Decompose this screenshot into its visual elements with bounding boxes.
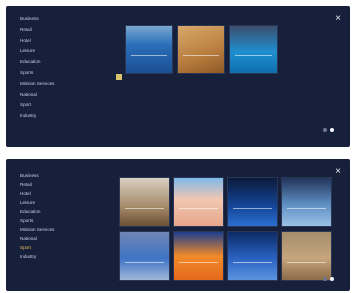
arena-floor-photo[interactable] (227, 177, 278, 227)
orange-track-photo[interactable] (173, 231, 224, 281)
court-line (232, 261, 273, 263)
top-gallery-panel: Business Retail Hotel Leisure Education Sport… (6, 6, 350, 147)
category-menu: Business Retail Hotel Leisure Education Sport… (20, 171, 54, 261)
close-icon[interactable]: × (332, 166, 344, 178)
thumbnail-grid (119, 177, 332, 281)
photo-scene (230, 26, 277, 73)
court-line (182, 55, 220, 57)
close-icon[interactable]: × (332, 13, 344, 25)
photo-scene (120, 178, 169, 226)
menu-item-national[interactable]: National (20, 234, 54, 243)
court-line (234, 55, 273, 57)
photo-scene (228, 178, 277, 226)
volleyball-court-photo[interactable] (173, 177, 224, 227)
indoor-pool-photo[interactable] (229, 25, 278, 74)
menu-item-education[interactable]: Education (20, 57, 54, 68)
menu-item-mission-services[interactable]: Mission Services (20, 79, 54, 90)
menu-item-sport[interactable]: Sport (20, 243, 54, 252)
photo-scene (178, 26, 224, 73)
photo-scene (282, 232, 331, 280)
wood-floor-photo[interactable] (177, 25, 225, 74)
blue-floor-photo[interactable] (227, 231, 278, 281)
gymnasium-photo[interactable] (281, 231, 332, 281)
menu-item-business[interactable]: Business (20, 171, 54, 180)
menu-item-industry[interactable]: Industry (20, 252, 54, 261)
category-menu: Business Retail Hotel Leisure Education Sport… (20, 14, 54, 122)
menu-item-education[interactable]: Education (20, 207, 54, 216)
menu-item-business[interactable]: Business (20, 14, 54, 25)
page-dot[interactable] (330, 277, 334, 281)
menu-item-leisure[interactable]: Leisure (20, 198, 54, 207)
menu-item-mission-services[interactable]: Mission Services (20, 225, 54, 234)
menu-item-retail[interactable]: Retail (20, 25, 54, 36)
photo-scene (282, 178, 331, 226)
court-line (124, 207, 165, 209)
court-line (130, 55, 168, 57)
menu-item-hotel[interactable]: Hotel (20, 36, 54, 47)
page-dot[interactable] (323, 128, 327, 132)
court-line (178, 261, 219, 263)
menu-item-national[interactable]: National (20, 90, 54, 101)
menu-item-leisure[interactable]: Leisure (20, 46, 54, 57)
photo-scene (174, 232, 223, 280)
lounge-room-photo[interactable] (119, 177, 170, 227)
photo-scene (174, 178, 223, 226)
bottom-gallery-panel: Business Retail Hotel Leisure Education Sport… (6, 159, 350, 291)
page-dot[interactable] (330, 128, 334, 132)
drag-handle[interactable] (116, 74, 122, 80)
menu-item-industry[interactable]: Industry (20, 111, 54, 122)
menu-item-sports[interactable]: Sports (20, 68, 54, 79)
blue-court-photo[interactable] (119, 231, 170, 281)
menu-item-sport[interactable]: Sport (20, 100, 54, 111)
basketball-court-photo[interactable] (125, 25, 173, 74)
court-line (286, 207, 327, 209)
pagination-dots (323, 277, 334, 281)
sports-hall-photo[interactable] (281, 177, 332, 227)
menu-item-hotel[interactable]: Hotel (20, 189, 54, 198)
page-dot[interactable] (323, 277, 327, 281)
menu-item-retail[interactable]: Retail (20, 180, 54, 189)
court-line (178, 207, 219, 209)
photo-scene (120, 232, 169, 280)
thumbnail-grid (125, 25, 278, 74)
menu-item-sports[interactable]: Sports (20, 216, 54, 225)
court-line (232, 207, 273, 209)
court-line (286, 261, 327, 263)
pagination-dots (323, 128, 334, 132)
photo-scene (126, 26, 172, 73)
court-line (124, 261, 165, 263)
photo-scene (228, 232, 277, 280)
